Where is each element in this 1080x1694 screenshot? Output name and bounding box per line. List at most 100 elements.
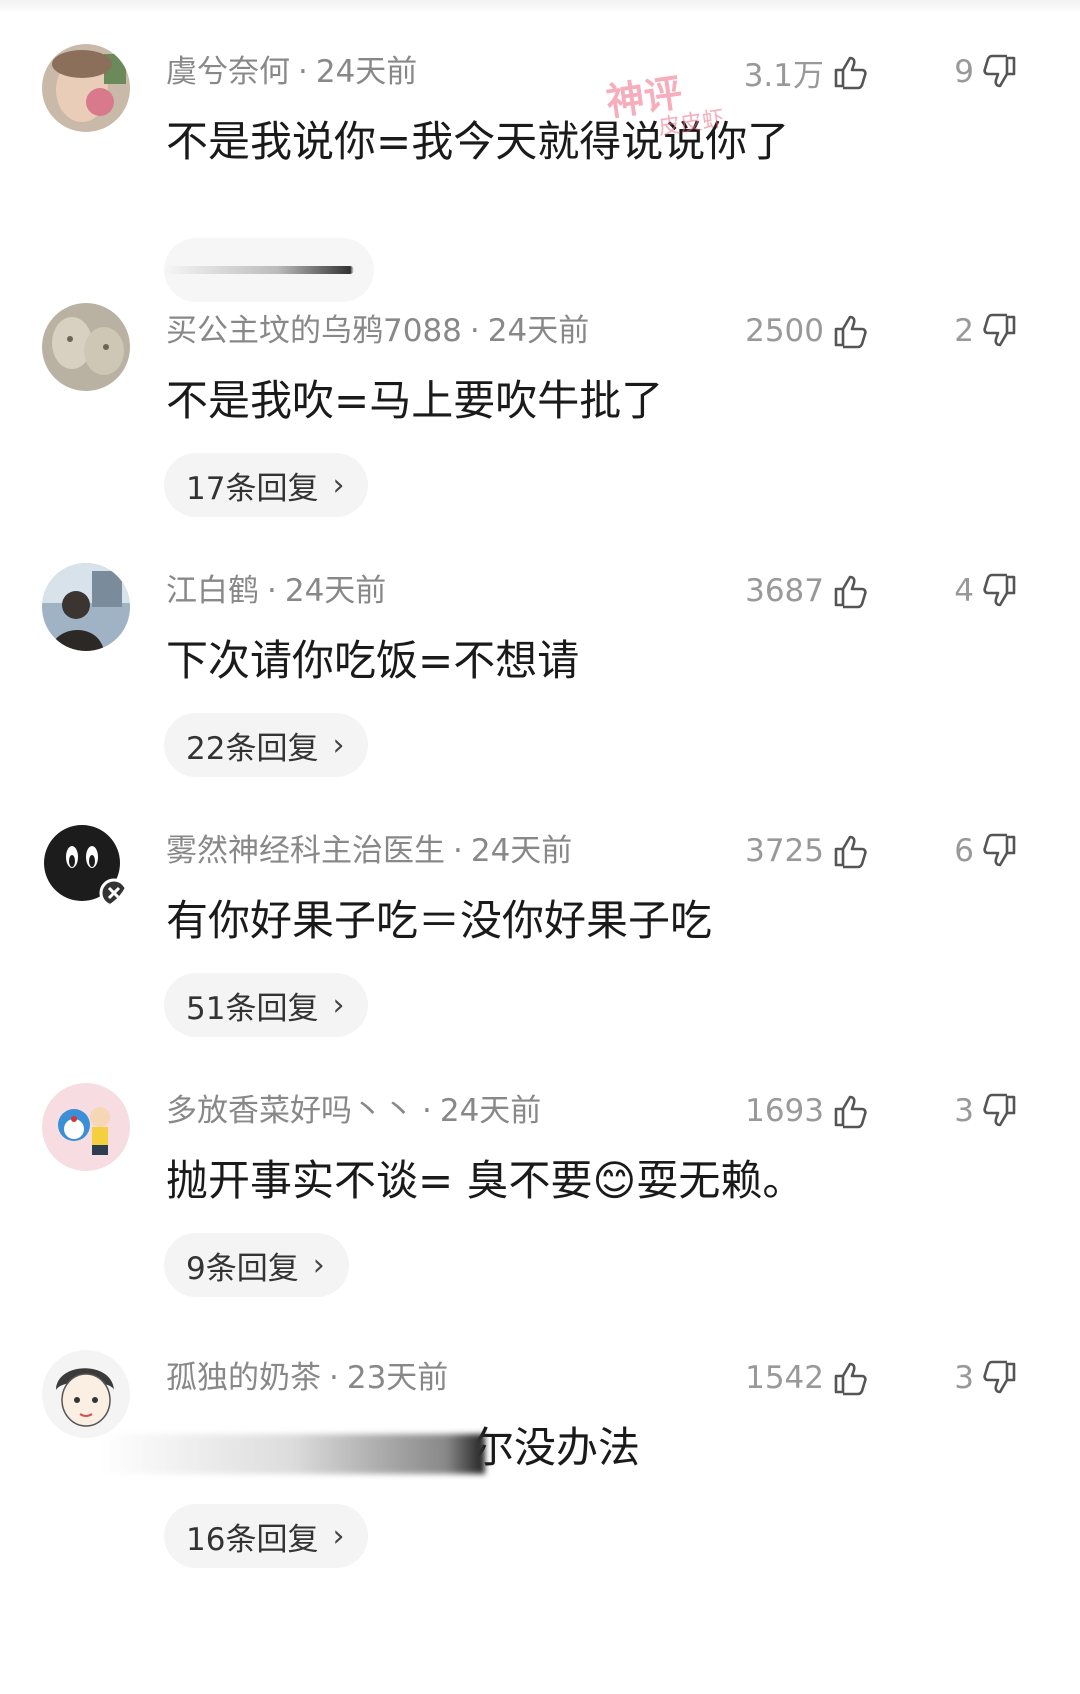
- separator: ·: [422, 1093, 432, 1129]
- comment-item: 雾然神经科主治医生 · 24天前 3725 6 有你好果子吃＝没你好果子吃 51条回…: [0, 823, 1080, 1083]
- comment-item: 江白鹤 · 24天前 3687 4 下次请你吃饭=不想请 22条回复 ›: [0, 563, 1080, 823]
- comment-meta: 江白鹤 · 24天前: [166, 571, 386, 611]
- comment-item: 孤独的奶茶 · 23天前 1542 3 尔没办法 16条回复 ›: [0, 1350, 1080, 1610]
- comment-text: 不是我说你=我今天就得说说你了: [166, 117, 790, 166]
- thumbs-up-icon: [830, 1091, 870, 1131]
- top-divider: [0, 0, 1080, 14]
- like-count: 3.1万: [743, 57, 824, 94]
- thumbs-down-icon: [980, 52, 1020, 92]
- dislike-count: 3: [954, 1093, 974, 1129]
- separator: ·: [267, 573, 277, 609]
- dislike-count: 2: [954, 313, 974, 349]
- like-button[interactable]: 3687: [745, 569, 870, 613]
- thumbs-up-icon: [830, 1358, 870, 1398]
- thumbs-down-icon: [980, 831, 1020, 871]
- timestamp: 24天前: [487, 313, 590, 349]
- comment-meta: 买公主坟的乌鸦7088 · 24天前: [166, 311, 589, 351]
- redacted-reply-pill[interactable]: [164, 238, 374, 302]
- thumbs-up-icon: [830, 571, 870, 611]
- avatar[interactable]: [42, 823, 130, 911]
- username[interactable]: 江白鹤: [166, 573, 259, 609]
- avatar[interactable]: [42, 563, 130, 651]
- reply-count: 9条回复: [186, 1250, 299, 1287]
- timestamp: 23天前: [346, 1360, 449, 1396]
- dislike-button[interactable]: 9: [954, 50, 1020, 94]
- like-button[interactable]: 3725: [745, 829, 870, 873]
- username[interactable]: 虞兮奈何: [166, 54, 290, 90]
- like-button[interactable]: 2500: [745, 309, 870, 353]
- comment-text: 尔没办法: [472, 1423, 641, 1472]
- dislike-button[interactable]: 6: [954, 829, 1020, 873]
- username[interactable]: 买公主坟的乌鸦7088: [166, 313, 462, 349]
- avatar[interactable]: [42, 303, 130, 391]
- like-button[interactable]: 1542: [745, 1356, 870, 1400]
- like-button[interactable]: 3.1万: [744, 50, 870, 94]
- like-button[interactable]: 1693: [745, 1089, 870, 1133]
- comment-item: 多放香菜好吗丶丶 · 24天前 1693 3 抛开事实不谈= 臭不要😊耍无赖。 9条…: [0, 1083, 1080, 1343]
- comment-item: 虞兮奈何 · 24天前 3.1万 9 不是我说你=我今天就得说说你了 神评 皮皮虾: [0, 44, 1080, 304]
- like-count: 2500: [745, 313, 824, 349]
- comment-text: 有你好果子吃＝没你好果子吃: [166, 896, 713, 945]
- avatar[interactable]: [42, 44, 130, 132]
- comment-meta: 虞兮奈何 · 24天前: [166, 52, 417, 92]
- separator: ·: [469, 313, 480, 349]
- timestamp: 24天前: [315, 54, 418, 90]
- comment-text-part: 抛开事实不谈= 臭不要: [166, 1156, 593, 1205]
- reply-count: 51条回复: [186, 990, 319, 1027]
- smile-emoji-icon: 😊: [592, 1156, 637, 1205]
- reply-count: 22条回复: [186, 730, 319, 767]
- chevron-right-icon: ›: [332, 467, 345, 503]
- thumbs-down-icon: [980, 311, 1020, 351]
- timestamp: 24天前: [470, 833, 573, 869]
- username[interactable]: 雾然神经科主治医生: [166, 833, 445, 869]
- thumbs-up-icon: [830, 831, 870, 871]
- comment-meta: 多放香菜好吗丶丶 · 24天前: [166, 1091, 541, 1131]
- comment-text-part: 耍无赖。: [636, 1156, 805, 1205]
- like-count: 1542: [745, 1360, 824, 1396]
- dislike-button[interactable]: 2: [954, 309, 1020, 353]
- comment-item: 买公主坟的乌鸦7088 · 24天前 2500 2 不是我吹=马上要吹牛批了 17条…: [0, 303, 1080, 563]
- chevron-right-icon: ›: [332, 1518, 345, 1554]
- dislike-count: 9: [954, 54, 974, 90]
- thumbs-down-icon: [980, 571, 1020, 611]
- dislike-button[interactable]: 4: [954, 569, 1020, 613]
- redaction-smear: [100, 1434, 485, 1474]
- comment-meta: 雾然神经科主治医生 · 24天前: [166, 831, 572, 871]
- like-count: 3687: [745, 573, 824, 609]
- username[interactable]: 孤独的奶茶: [166, 1360, 321, 1396]
- thumbs-down-icon: [980, 1358, 1020, 1398]
- separator: ·: [298, 54, 308, 90]
- chevron-right-icon: ›: [332, 727, 345, 763]
- view-replies-button[interactable]: 16条回复 ›: [164, 1504, 369, 1568]
- view-replies-button[interactable]: 17条回复 ›: [164, 453, 369, 517]
- comment-text: 不是我吹=马上要吹牛批了: [166, 376, 664, 425]
- dislike-count: 4: [954, 573, 974, 609]
- dislike-count: 6: [954, 833, 974, 869]
- username[interactable]: 多放香菜好吗丶丶: [166, 1093, 414, 1129]
- like-count: 3725: [745, 833, 824, 869]
- reply-count: 17条回复: [186, 470, 319, 507]
- avatar[interactable]: [42, 1350, 130, 1438]
- redaction-smear: [164, 266, 354, 274]
- timestamp: 24天前: [284, 573, 387, 609]
- chevron-right-icon: ›: [332, 987, 345, 1023]
- comment-meta: 孤独的奶茶 · 23天前: [166, 1358, 448, 1398]
- like-count: 1693: [745, 1093, 824, 1129]
- view-replies-button[interactable]: 51条回复 ›: [164, 973, 369, 1037]
- thumbs-up-icon: [830, 52, 870, 92]
- thumbs-down-icon: [980, 1091, 1020, 1131]
- avatar[interactable]: [42, 1083, 130, 1171]
- dislike-button[interactable]: 3: [954, 1089, 1020, 1133]
- view-replies-button[interactable]: 9条回复 ›: [164, 1233, 349, 1297]
- comment-text: 下次请你吃饭=不想请: [166, 636, 580, 685]
- chevron-right-icon: ›: [312, 1247, 325, 1283]
- thumbs-up-icon: [830, 311, 870, 351]
- dislike-button[interactable]: 3: [954, 1356, 1020, 1400]
- reply-count: 16条回复: [186, 1521, 319, 1558]
- separator: ·: [329, 1360, 339, 1396]
- separator: ·: [453, 833, 463, 869]
- view-replies-button[interactable]: 22条回复 ›: [164, 713, 369, 777]
- timestamp: 24天前: [439, 1093, 542, 1129]
- comment-text: 抛开事实不谈= 臭不要😊耍无赖。: [166, 1151, 804, 1211]
- dislike-count: 3: [954, 1360, 974, 1396]
